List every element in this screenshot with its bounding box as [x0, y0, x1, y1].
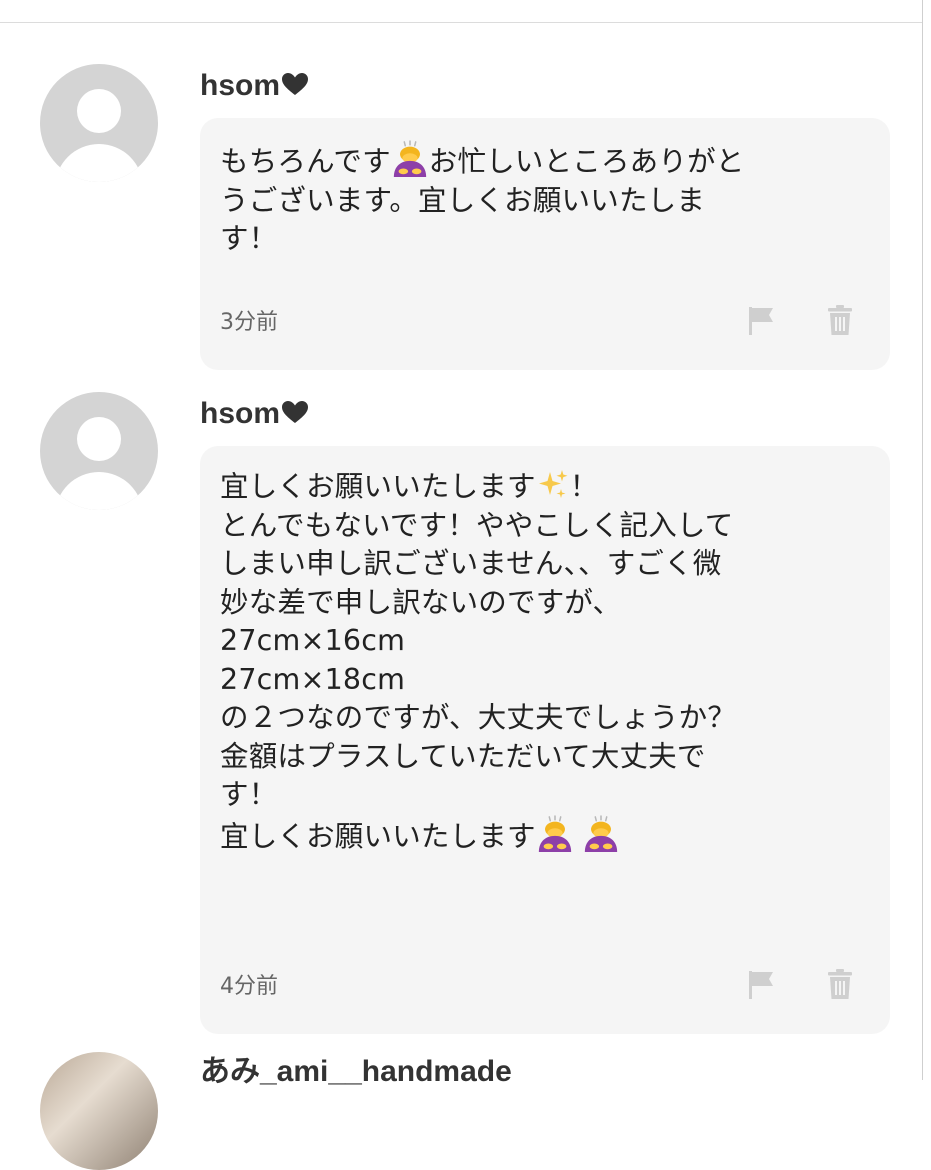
- trash-icon[interactable]: [827, 968, 853, 1000]
- message-line: 金額はプラスしていただいて大丈夫で: [220, 739, 706, 773]
- comment-timestamp: 3分前: [220, 310, 278, 335]
- message-line: 宜しくお願いいたします: [220, 814, 870, 857]
- comment-bubble: 宜しくお願いいたします ！ とんでもないです！ややこしく記入して しまい申し訳ござ…: [200, 446, 890, 1034]
- comment-message: もちろんです お忙しいところありがと うございます。宜しくお願いいたしま す！: [220, 140, 870, 259]
- comment-username[interactable]: hsom: [200, 68, 309, 104]
- flag-icon[interactable]: [748, 970, 776, 1000]
- comment-username[interactable]: hsom: [200, 396, 309, 432]
- message-line: 妙な差で申し訳ないのですが、: [220, 585, 622, 619]
- message-line: 宜しくお願いいたします ！: [220, 468, 870, 507]
- user-avatar[interactable]: [40, 392, 158, 510]
- avatar-head-shape: [77, 89, 121, 133]
- top-divider: [0, 22, 922, 23]
- black-heart-icon: [282, 401, 309, 423]
- person-bowing-emoji: [393, 140, 426, 178]
- avatar-body-shape: [55, 472, 143, 510]
- avatar-head-shape: [77, 417, 121, 461]
- comment-bubble: もちろんです お忙しいところありがと うございます。宜しくお願いいたしま す！ 3…: [200, 118, 890, 370]
- user-avatar[interactable]: [40, 64, 158, 182]
- comment-message: 宜しくお願いいたします ！ とんでもないです！ややこしく記入して しまい申し訳ござ…: [220, 468, 870, 856]
- comment-username[interactable]: あみ_ami__handmade: [200, 1054, 512, 1090]
- black-heart-icon: [282, 73, 309, 95]
- person-bowing-emoji: [584, 814, 617, 852]
- message-line: とんでもないです！ややこしく記入して: [220, 508, 734, 542]
- user-avatar-photo[interactable]: [40, 1052, 158, 1170]
- message-text: もちろんです: [220, 145, 391, 178]
- username-text: hsom: [200, 69, 281, 102]
- flag-icon[interactable]: [748, 306, 776, 336]
- message-line: の２つなのですが、大丈夫でしょうか？: [220, 701, 737, 734]
- message-line: す！: [220, 222, 278, 255]
- message-text: 宜しくお願いいたします: [220, 819, 536, 853]
- username-text: hsom: [200, 397, 281, 430]
- message-text: お忙しいところありがと: [428, 145, 745, 178]
- avatar-body-shape: [55, 144, 143, 182]
- message-line: しまい申し訳ございません、、すごく微: [220, 547, 722, 580]
- message-line: 27cm×18cm: [220, 662, 406, 696]
- message-line: うございます。宜しくお願いいたしま: [220, 183, 706, 217]
- message-line: す！: [220, 778, 278, 811]
- message-line: 27cm×16cm: [220, 624, 406, 657]
- sparkles-emoji: [538, 470, 568, 498]
- person-bowing-emoji: [538, 814, 571, 852]
- trash-icon[interactable]: [827, 304, 853, 336]
- right-scroll-edge: [922, 0, 923, 1080]
- comment-timestamp: 4分前: [220, 974, 278, 999]
- message-line: もちろんです お忙しいところありがと: [220, 140, 870, 182]
- message-text: 宜しくお願いいたします: [220, 470, 536, 503]
- message-text: ！: [569, 470, 599, 503]
